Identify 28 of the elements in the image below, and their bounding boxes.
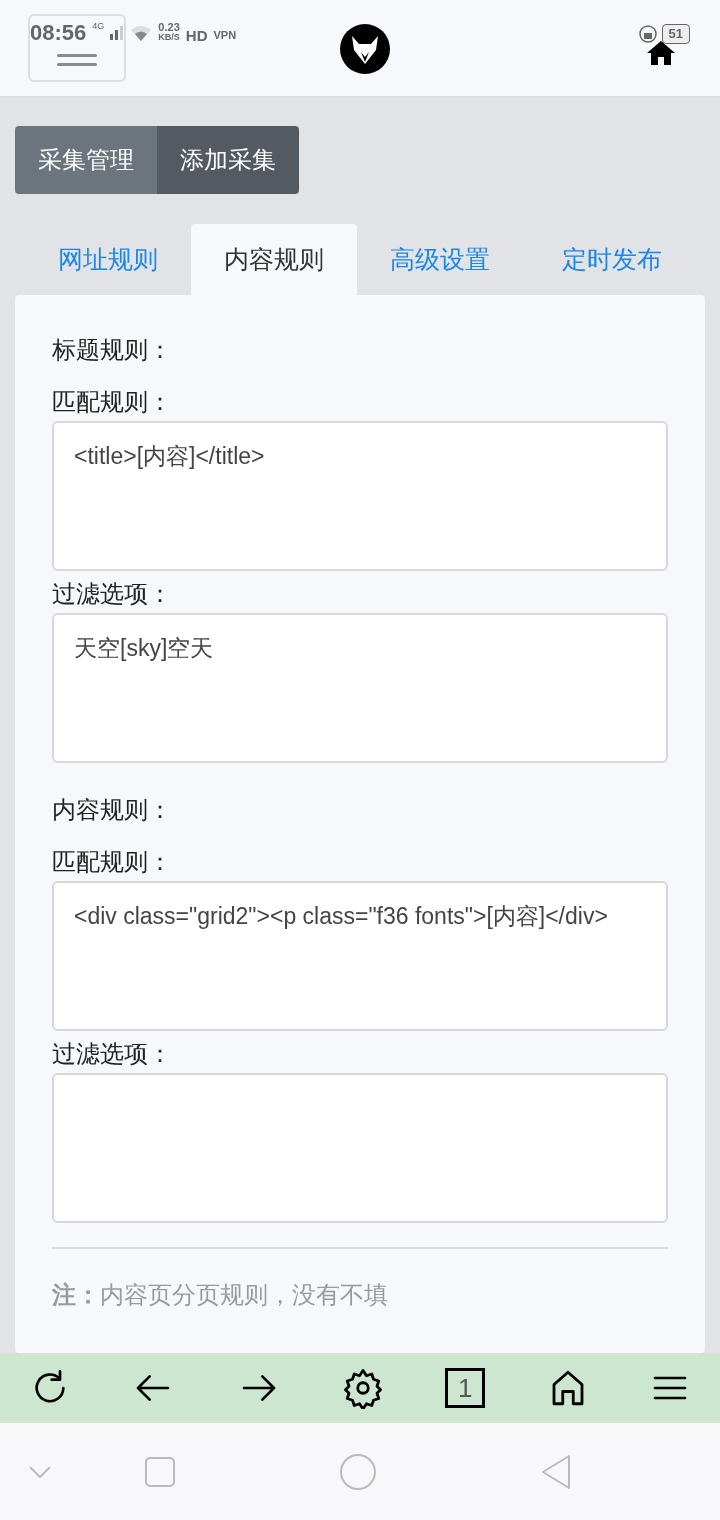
wifi-icon	[130, 24, 153, 42]
lock-rotation-icon	[637, 24, 658, 44]
field-label: 过滤选项：	[52, 579, 173, 609]
section-heading: 内容规则：	[52, 795, 173, 825]
rule-textarea[interactable]: <title>[内容]</title>	[52, 421, 668, 571]
menu-button[interactable]	[28, 14, 126, 82]
vpn-indicator: VPN	[213, 30, 237, 41]
battery-level: 51	[661, 24, 690, 44]
network-speed: 0.23	[158, 22, 180, 33]
rule-textarea[interactable]: 天空[sky]空天	[52, 613, 668, 763]
field-label: 匹配规则：	[52, 847, 173, 877]
clock-time: 08:56	[30, 22, 87, 44]
field-label: 过滤选项：	[52, 1039, 173, 1069]
hd-indicator: HD	[185, 28, 208, 43]
rule-textarea[interactable]: <div class="grid2"><p class="f36 fonts">[内容]</div>	[52, 881, 668, 1031]
home-icon	[645, 40, 676, 66]
network-type: 4G	[92, 22, 105, 31]
section-heading: 标题规则：	[52, 335, 173, 365]
tab[interactable]: 内容规则	[191, 224, 357, 295]
settings-icon[interactable]	[342, 1367, 384, 1409]
speed-unit: KB/S	[158, 33, 180, 42]
field-label: 匹配规则：	[52, 387, 173, 417]
nav-button[interactable]: 添加采集	[157, 126, 299, 194]
nav-button[interactable]: 采集管理	[15, 126, 157, 194]
signal-icon	[110, 24, 125, 40]
app-logo-icon	[340, 24, 390, 74]
tabs-count-button[interactable]: 1	[445, 1368, 486, 1408]
note-text: 注：内容页分页规则，没有不填	[52, 1280, 389, 1310]
